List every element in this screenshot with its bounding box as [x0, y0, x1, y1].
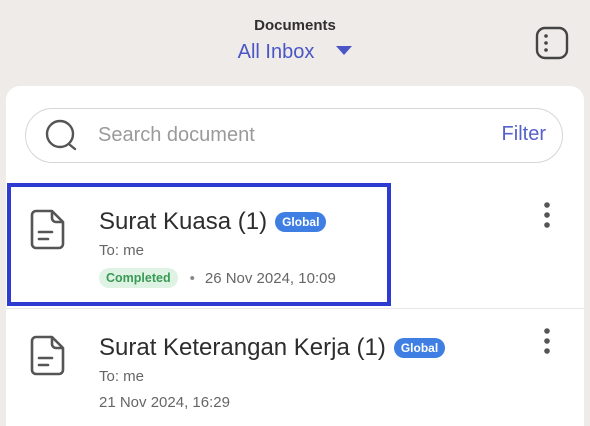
document-meta: 21 Nov 2024, 16:29	[99, 394, 230, 411]
search-icon	[45, 119, 77, 150]
meta-separator: •	[189, 269, 195, 287]
global-badge: Global	[393, 338, 446, 358]
header: Documents All Inbox	[0, 0, 590, 86]
document-title-row: Surat Keterangan Kerja (1) Global	[99, 334, 446, 362]
inbox-dropdown-label: All Inbox	[237, 41, 315, 63]
document-date: 26 Nov 2024, 10:09	[204, 269, 336, 287]
status-badge: Completed	[99, 268, 178, 288]
more-vertical-icon[interactable]	[538, 326, 556, 358]
document-recipient: To: me	[99, 242, 145, 259]
search-bar: Filter	[25, 108, 563, 163]
inbox-dropdown[interactable]: All Inbox	[0, 41, 590, 64]
document-meta: Completed • 26 Nov 2024, 10:09	[99, 268, 336, 288]
menu-grid-icon[interactable]	[535, 26, 569, 60]
document-list-panel: Filter Surat Kuasa (1) Global To: me Com…	[6, 86, 584, 426]
document-list-item[interactable]: Surat Keterangan Kerja (1) Global To: me…	[6, 310, 584, 426]
document-title: Surat Keterangan Kerja (1)	[99, 334, 386, 361]
search-input[interactable]	[96, 123, 480, 148]
page-title: Documents	[254, 17, 336, 34]
document-title: Surat Kuasa (1)	[99, 208, 268, 235]
chevron-down-icon	[336, 46, 353, 55]
document-list-item[interactable]: Surat Kuasa (1) Global To: me Completed …	[6, 184, 584, 302]
more-vertical-icon[interactable]	[538, 200, 556, 232]
list-divider	[6, 308, 584, 309]
filter-button[interactable]: Filter	[502, 123, 546, 146]
document-date: 21 Nov 2024, 16:29	[99, 394, 230, 411]
document-recipient: To: me	[99, 368, 145, 385]
document-icon	[30, 209, 65, 250]
global-badge: Global	[275, 212, 327, 232]
document-title-row: Surat Kuasa (1) Global	[99, 208, 327, 236]
document-icon	[30, 335, 65, 376]
